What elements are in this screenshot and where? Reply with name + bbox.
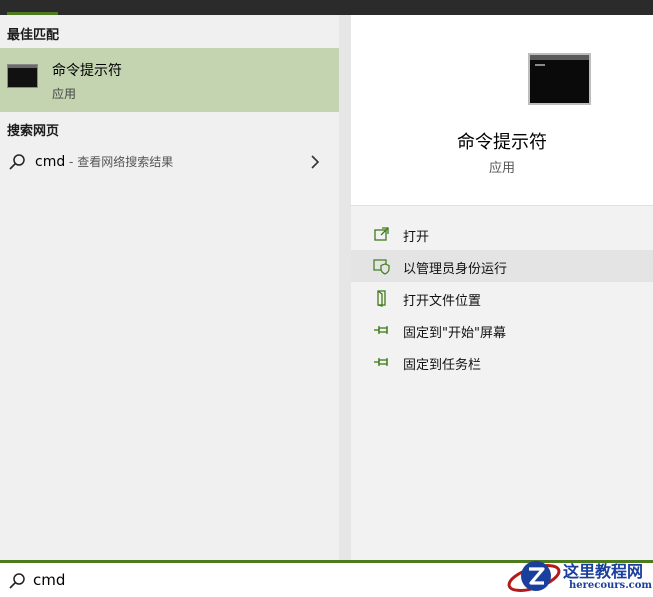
action-pin-to-taskbar[interactable]: 固定到任务栏 — [351, 346, 653, 378]
open-icon — [374, 227, 389, 241]
details-separator — [351, 205, 653, 206]
chevron-right-icon[interactable] — [309, 154, 321, 170]
watermark-logo-icon — [507, 561, 561, 592]
web-search-item[interactable]: cmd - 查看网络搜索结果 — [0, 145, 339, 179]
action-run-as-admin[interactable]: 以管理员身份运行 — [351, 250, 653, 282]
web-search-heading: 搜索网页 — [7, 124, 60, 139]
action-pin-to-taskbar-label: 固定到任务栏 — [403, 358, 482, 373]
watermark-title: 这里教程网 — [563, 562, 644, 581]
action-open-file-location-label: 打开文件位置 — [403, 294, 482, 309]
search-input[interactable] — [33, 568, 473, 592]
file-location-icon — [377, 290, 386, 307]
cmd-icon — [7, 64, 38, 88]
pin-icon — [374, 326, 388, 334]
app-title: 命令提示符 — [457, 132, 547, 153]
action-run-as-admin-label: 以管理员身份运行 — [403, 262, 508, 277]
action-open-file-location[interactable]: 打开文件位置 — [351, 282, 653, 314]
app-subtitle: 应用 — [488, 161, 515, 176]
cmd-large-icon — [528, 53, 591, 105]
best-match-heading: 最佳匹配 — [7, 28, 60, 43]
best-match-item[interactable]: 命令提示符 应用 — [0, 48, 339, 112]
best-match-subtitle: 应用 — [52, 87, 77, 101]
watermark: 这里教程网 herecours.com — [505, 556, 653, 597]
shield-icon — [373, 259, 390, 275]
details-panel: 命令提示符 应用 打开 以管理员身份运行 打开文件位置 固定到"开始"屏幕 固定… — [351, 15, 653, 560]
best-match-title: 命令提示符 — [52, 63, 122, 79]
web-search-query: cmd — [35, 154, 66, 170]
action-open-label: 打开 — [403, 230, 430, 245]
panel-divider — [339, 15, 351, 560]
top-bar — [0, 0, 653, 15]
pin-icon — [374, 358, 388, 366]
web-search-hint: - 查看网络搜索结果 — [65, 155, 174, 169]
search-icon — [9, 154, 25, 170]
web-search-text: cmd - 查看网络搜索结果 — [35, 153, 173, 170]
action-pin-to-start-label: 固定到"开始"屏幕 — [403, 326, 506, 341]
search-icon — [9, 573, 25, 589]
app-preview: 命令提示符 应用 — [351, 15, 653, 205]
action-open[interactable]: 打开 — [351, 218, 653, 250]
results-panel: 最佳匹配 命令提示符 应用 搜索网页 cmd - 查看网络搜索结果 — [0, 15, 339, 560]
action-pin-to-start[interactable]: 固定到"开始"屏幕 — [351, 314, 653, 346]
watermark-url: herecours.com — [569, 580, 653, 591]
